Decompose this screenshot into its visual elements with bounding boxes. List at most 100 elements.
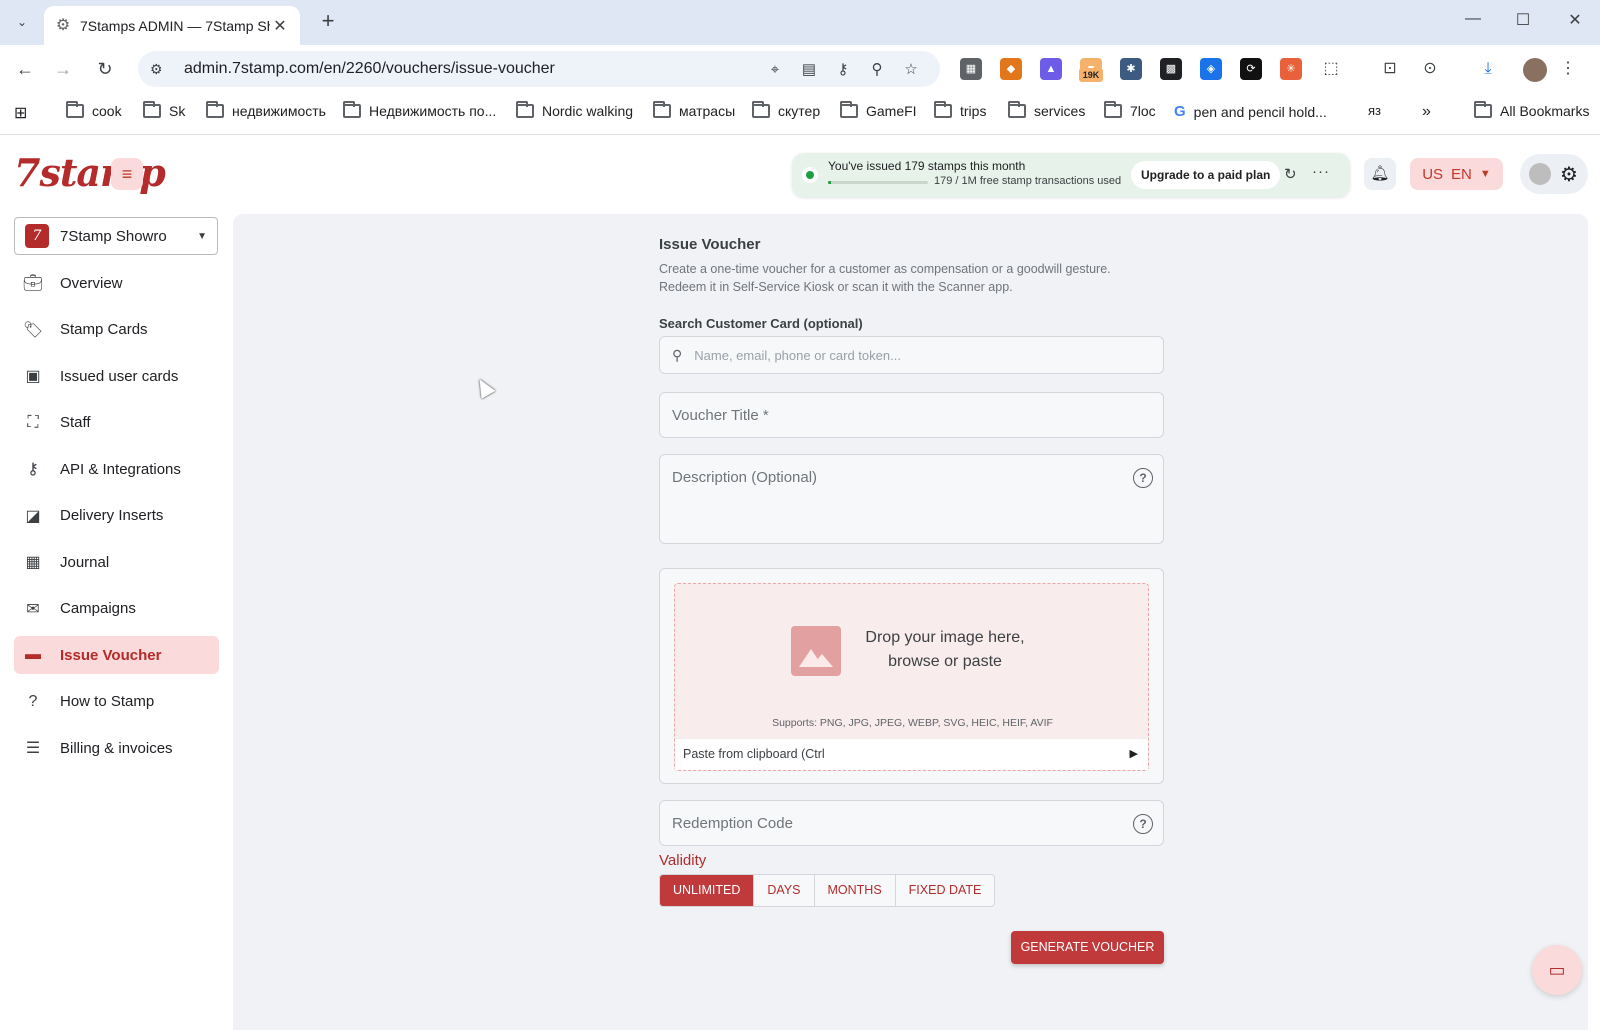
bookmark-folder[interactable]: trips [934,101,986,119]
voucher-title-field[interactable]: Voucher Title * [659,392,1164,438]
image-dropzone[interactable]: Drop your image here, browse or paste Su… [674,583,1149,771]
crystal-extension-icon[interactable]: ▲ [1040,58,1062,80]
bookmark-link[interactable]: Gpen and pencil hold... [1174,103,1327,120]
customer-search-field[interactable]: ⚲ [659,336,1164,374]
minimize-icon[interactable]: — [1458,10,1488,34]
validity-option-unlimited[interactable]: UNLIMITED [660,875,754,906]
apps-grid-icon[interactable]: ⊞ [14,103,27,123]
folder-icon [206,101,224,118]
page-description: Create a one-time voucher for a customer… [659,260,1164,296]
business-selector[interactable]: 7 7Stamp Showro ▼ [14,217,218,255]
sidebar-item-how-to-stamp[interactable]: ? How to Stamp [14,683,219,721]
paste-from-clipboard-button[interactable]: Paste from clipboard (Ctrl ▶ [675,738,1148,770]
tab-title: 7Stamps ADMIN — 7Stamp Showroom [80,17,270,34]
metamask-extension-icon[interactable]: ◆ [1000,58,1022,80]
bookmark-folder[interactable]: недвижимость [206,101,326,119]
validity-option-days[interactable]: DAYS [753,875,813,906]
bookmark-star-icon[interactable]: ☆ [894,60,928,78]
sidebar-item-staff[interactable]: ⛶ Staff [14,404,219,442]
sparkle-extension-icon[interactable]: ✳ [1280,58,1302,80]
search-input[interactable] [694,347,1135,363]
tag-extension-icon[interactable]: ◈ [1200,58,1222,80]
help-icon[interactable]: ? [1133,468,1153,488]
qr-code-extension-icon[interactable]: ▩ [1160,58,1182,80]
folder-icon [1474,101,1492,118]
all-bookmarks-folder[interactable]: All Bookmarks [1474,101,1589,119]
sidebar-item-billing-invoices[interactable]: ☰ Billing & invoices [14,729,219,767]
refresh-icon[interactable]: ↻ [1284,165,1297,183]
zoom-icon[interactable]: ⚲ [860,60,894,78]
bookmark-folder[interactable]: Nordic walking [516,101,633,119]
bookmark-folder[interactable]: скутер [752,101,820,119]
dropzone-text: Drop your image here, browse or paste [855,626,1035,674]
site-settings-icon[interactable]: ⚙ [150,61,170,78]
validity-option-fixed-date[interactable]: FIXED DATE [894,875,995,906]
extensions-puzzle-icon[interactable]: ⬚ [1319,58,1343,82]
address-bar[interactable]: ⚙ admin.7stamp.com/en/2260/vouchers/issu… [138,51,940,87]
close-window-icon[interactable]: ✕ [1560,10,1590,34]
maximize-icon[interactable]: ☐ [1508,10,1538,34]
browser-menu-icon[interactable]: ⋮ [1556,58,1580,82]
sidebar-item-delivery-inserts[interactable]: ◪ Delivery Inserts [14,497,219,535]
qr-extension-icon[interactable]: ▦ [960,58,982,80]
bookmark-folder[interactable]: GameFI [840,101,917,119]
redemption-code-field[interactable]: Redemption Code ? [659,800,1164,846]
key-icon[interactable]: ⚷ [826,60,860,78]
bookmark-folder[interactable]: матрасы [653,101,735,119]
folder-icon [343,101,361,118]
back-icon[interactable]: ← [12,57,38,83]
bookmark-link[interactable]: яз [1368,103,1381,118]
more-icon[interactable]: ··· [1312,163,1330,180]
screenshot-icon[interactable]: ⊙ [1418,58,1442,82]
bookmark-folder[interactable]: services [1008,101,1085,119]
generate-voucher-button[interactable]: GENERATE VOUCHER [1011,931,1164,964]
browser-tab[interactable]: ⚙ 7Stamps ADMIN — 7Stamp Showroom ✕ [44,6,300,45]
chat-support-icon[interactable]: ▭ [1532,945,1582,995]
location-icon[interactable]: ⌖ [758,61,792,78]
user-menu-button[interactable]: ⚙ [1520,154,1588,194]
validity-option-months[interactable]: MONTHS [813,875,895,906]
more-bookmarks-icon[interactable]: » [1422,103,1431,121]
business-name: 7Stamp Showro [60,227,167,245]
sidebar-item-stamp-cards[interactable]: 🏷︎ Stamp Cards [14,311,219,349]
validity-label: Validity [659,852,707,869]
clipboard-icon[interactable]: ▤ [792,60,826,78]
notifications-bell-icon[interactable]: 🔔︎ [1364,158,1396,190]
description-line-2: Redeem it in Self-Service Kiosk or scan … [659,280,1013,294]
tag-icon: 🏷︎ [22,321,44,339]
puzzle-x-extension-icon[interactable]: ✱ [1120,58,1142,80]
sidebar-item-issue-voucher[interactable]: ▬ Issue Voucher [14,636,219,674]
briefcase-icon: 💼︎ [22,275,44,292]
download-icon[interactable]: ⤓ [1476,58,1500,82]
scan-user-icon: ⛶ [27,413,39,431]
reload-icon[interactable]: ↻ [92,57,118,83]
ticket-icon: ▬ [25,646,41,663]
browser-profile-avatar[interactable] [1523,58,1547,82]
sidebar-item-api-integrations[interactable]: ⚷ API & Integrations [14,450,219,488]
tab-search-icon[interactable]: ⌄ [10,10,34,34]
bookmark-folder[interactable]: cook [66,101,122,119]
business-logo-icon: 7 [25,224,49,248]
sidebar-item-issued-user-cards[interactable]: ▣ Issued user cards [14,357,219,395]
tab-close-icon[interactable]: ✕ [270,16,290,36]
bookmark-folder[interactable]: Недвижимость по... [343,101,496,119]
description-field[interactable]: Description (Optional) ? [659,454,1164,544]
sync-extension-icon[interactable]: ⟳ [1240,58,1262,80]
forward-icon[interactable]: → [50,57,76,83]
new-tab-icon[interactable]: + [316,10,340,34]
sidebar-item-label: Campaigns [60,600,136,617]
bookmark-folder[interactable]: Sk [143,101,185,119]
sidebar-item-campaigns[interactable]: ✉ Campaigns [14,590,219,628]
sidebar-item-overview[interactable]: 💼︎ Overview [14,264,219,302]
bookmark-folder[interactable]: 7loc [1104,101,1156,119]
upgrade-plan-button[interactable]: Upgrade to a paid plan [1131,161,1281,189]
usage-subtitle: 179 / 1M free stamp transactions used [934,175,1122,187]
sidebar-item-journal[interactable]: ▦ Journal [14,543,219,581]
help-icon[interactable]: ? [1133,814,1153,834]
language-selector[interactable]: US EN ▼ [1410,158,1503,190]
sidebar-item-label: Overview [60,274,123,292]
url-text[interactable]: admin.7stamp.com/en/2260/vouchers/issue-… [184,60,758,78]
settings-gear-icon: ⚙ [1560,164,1578,186]
cast-icon[interactable]: ⊡ [1378,58,1402,82]
hamburger-menu-icon[interactable]: ≡ [111,158,143,190]
